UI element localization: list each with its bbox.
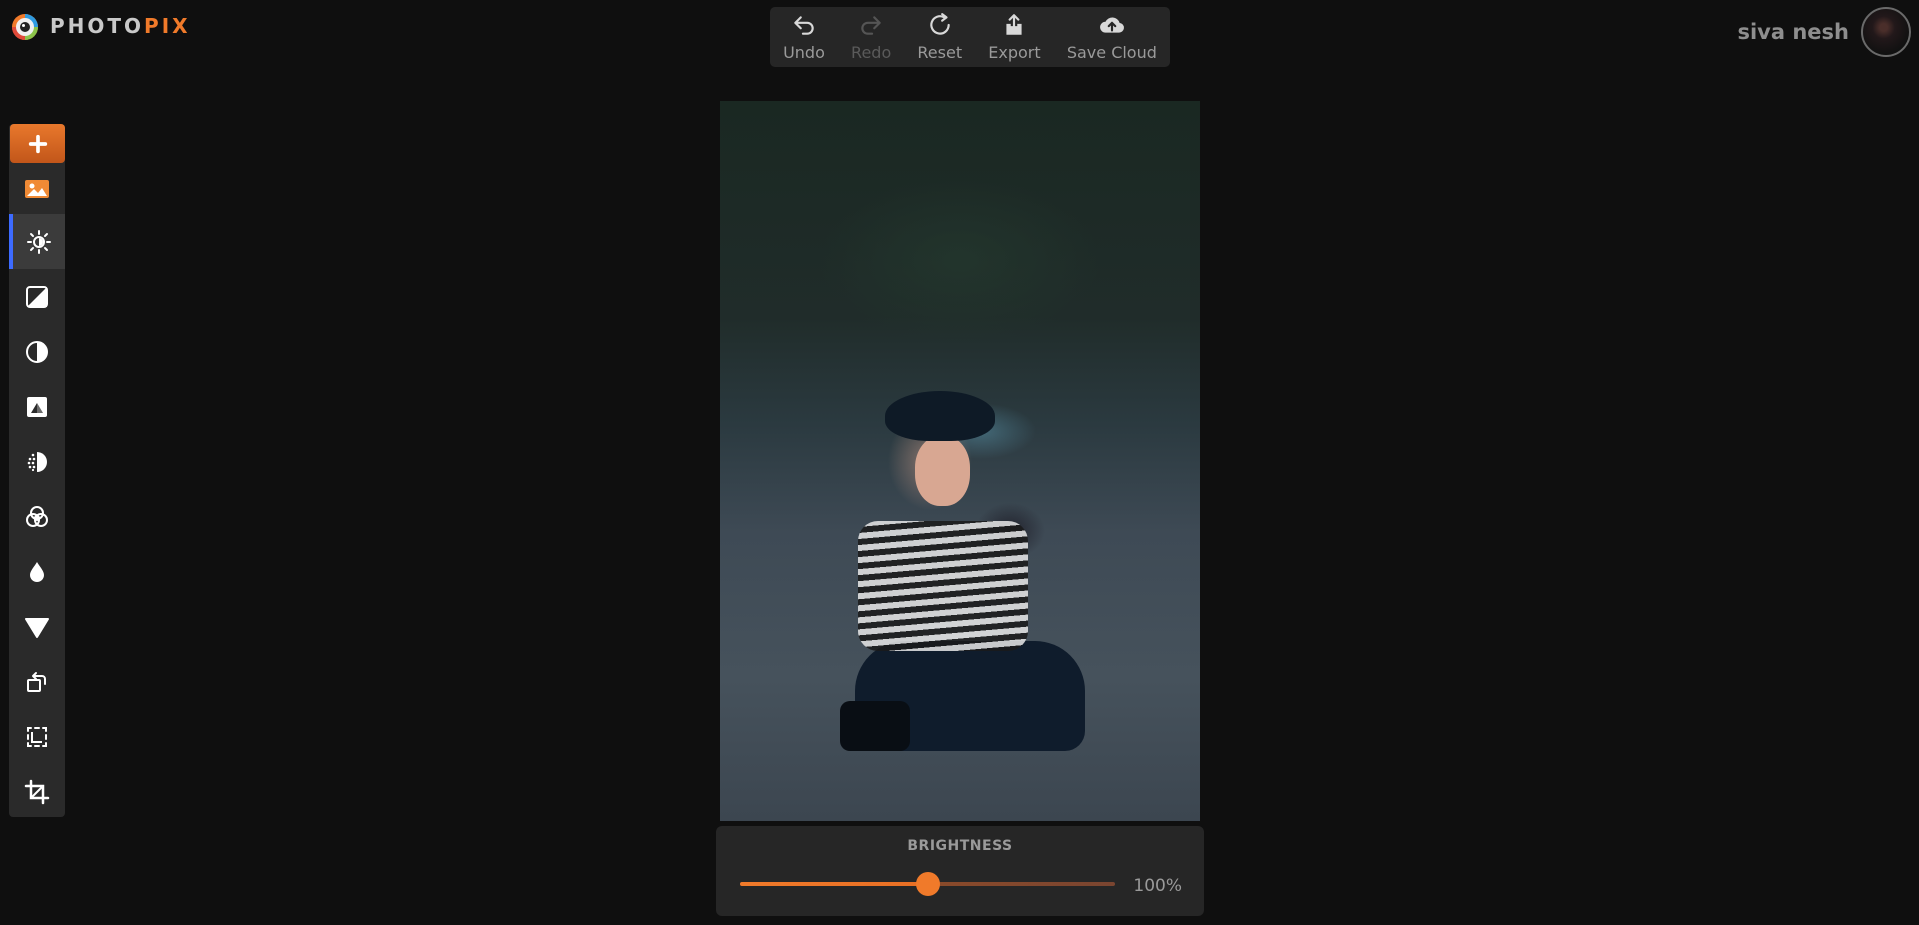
photo-canvas[interactable] — [720, 101, 1200, 821]
avatar[interactable] — [1861, 7, 1911, 57]
cloud-upload-icon — [1099, 17, 1124, 33]
redo-label: Redo — [851, 43, 892, 62]
app-name-part2: PIX — [144, 14, 191, 38]
sidebar-item-filter[interactable] — [9, 599, 65, 654]
sidebar-item-rotate[interactable] — [9, 654, 65, 709]
adjustment-title: BRIGHTNESS — [907, 838, 1013, 854]
sidebar-item-tint[interactable] — [9, 544, 65, 599]
sidebar-item-contrast[interactable] — [9, 269, 65, 324]
brightness-slider-thumb[interactable] — [915, 872, 940, 896]
undo-icon — [794, 16, 814, 35]
frame-icon — [27, 726, 47, 747]
plus-icon — [28, 134, 47, 153]
sidebar-item-crop[interactable] — [9, 764, 65, 819]
save-cloud-button[interactable]: Save Cloud — [1061, 12, 1163, 62]
undo-button[interactable]: Undo — [777, 12, 831, 62]
top-toolbar: Undo Redo Reset Export Save Cloud — [770, 7, 1170, 67]
overlapping-circles-icon — [26, 505, 48, 527]
camera-logo-icon — [10, 11, 40, 41]
export-button[interactable]: Export — [982, 12, 1046, 62]
image-icon — [25, 180, 49, 198]
reset-icon — [930, 13, 950, 35]
app-logo: PHOTOPIX — [10, 8, 191, 44]
export-label: Export — [988, 43, 1041, 62]
app-name: PHOTOPIX — [50, 14, 191, 38]
sidebar-item-photos[interactable] — [9, 167, 65, 211]
sidebar-item-color-channels[interactable] — [9, 489, 65, 544]
drop-icon — [30, 561, 44, 582]
sidebar-item-exposure[interactable] — [9, 379, 65, 434]
sun-icon — [27, 229, 51, 254]
add-image-button[interactable] — [10, 124, 65, 163]
brightness-value: 100% — [1133, 876, 1182, 896]
save-cloud-label: Save Cloud — [1066, 43, 1157, 62]
adjustment-panel: BRIGHTNESS 100% — [716, 826, 1204, 916]
redo-button[interactable]: Redo — [845, 12, 897, 62]
redo-icon — [861, 16, 881, 35]
rotate-icon — [27, 671, 46, 692]
photo-subject-boot — [840, 701, 910, 751]
undo-label: Undo — [783, 43, 825, 62]
dotted-half-circle-icon — [27, 451, 47, 472]
photo-subject-top — [858, 521, 1028, 651]
contrast-square-icon — [26, 285, 48, 308]
user-name: siva nesh — [1737, 20, 1849, 44]
sidebar-item-saturation[interactable] — [9, 324, 65, 379]
photo-subject-face — [915, 436, 970, 506]
sidebar-item-frame[interactable] — [9, 709, 65, 764]
triangle-icon — [25, 617, 49, 638]
export-icon — [1006, 14, 1023, 35]
photo-subject-hat — [885, 391, 995, 441]
exposure-icon — [27, 396, 47, 417]
sidebar-item-vignette[interactable] — [9, 434, 65, 489]
reset-label: Reset — [917, 43, 963, 62]
crop-icon — [24, 779, 50, 804]
half-circle-icon — [26, 340, 48, 363]
app-name-part1: PHOTO — [50, 14, 145, 38]
user-menu[interactable]: siva nesh — [1737, 7, 1911, 57]
sidebar-item-brightness[interactable] — [9, 214, 65, 269]
reset-button[interactable]: Reset — [911, 12, 968, 62]
